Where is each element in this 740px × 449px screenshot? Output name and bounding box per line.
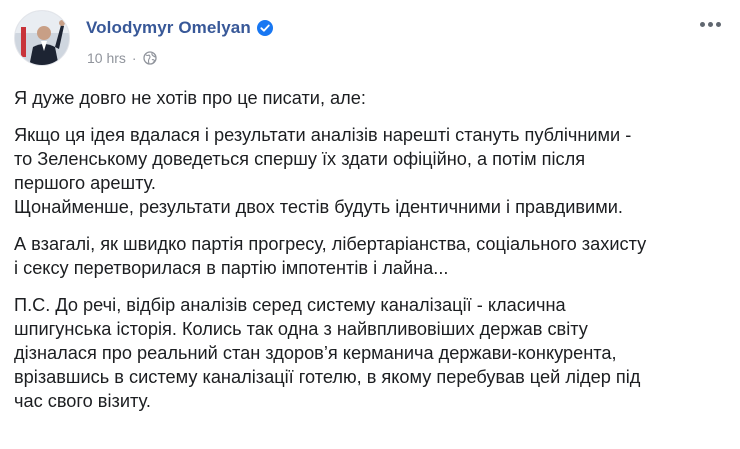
post-paragraph: П.С. До речі, відбір аналізів серед сист… [14, 295, 641, 411]
meta-separator: · [131, 50, 137, 66]
post-timestamp-link[interactable]: 10 hrs [87, 50, 126, 66]
post-paragraph: А взагалі, як швидко партія прогресу, лі… [14, 234, 647, 278]
post-body: Я дуже довго не хотів про це писати, але… [14, 86, 728, 426]
verified-badge-icon [256, 20, 273, 36]
author-name-link[interactable]: Volodymyr Omelyan [86, 18, 251, 38]
author-line: Volodymyr Omelyan [86, 18, 273, 38]
more-dot [699, 21, 705, 27]
more-dot [715, 21, 721, 27]
author-avatar[interactable] [14, 10, 70, 66]
facebook-post: Volodymyr Omelyan 10 hrs · Я дуже довго … [0, 0, 740, 449]
post-paragraph: Я дуже довго не хотів про це писати, але… [14, 88, 366, 108]
post-meta: 10 hrs · [87, 50, 157, 66]
globe-icon[interactable] [142, 51, 157, 65]
post-paragraph: Якщо ця ідея вдалася і результати аналіз… [14, 125, 632, 217]
post-header: Volodymyr Omelyan 10 hrs · [14, 10, 726, 68]
more-dot [707, 21, 713, 27]
avatar-photo [15, 11, 69, 65]
more-options-icon[interactable] [696, 14, 724, 34]
